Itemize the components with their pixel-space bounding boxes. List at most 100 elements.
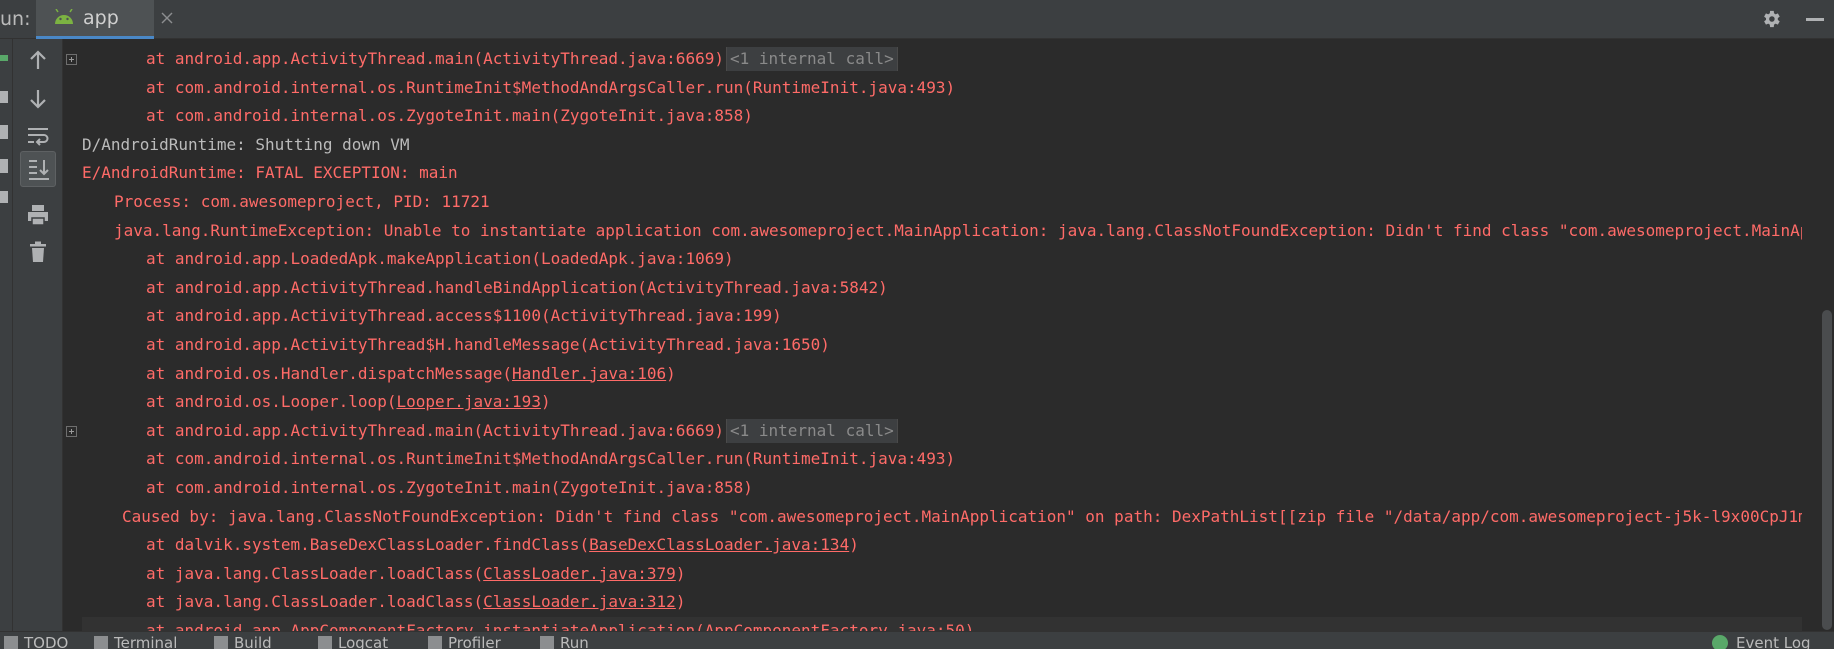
log-line: Process: com.awesomeproject, PID: 11721 [82, 188, 1802, 217]
logcat-tab[interactable]: Logcat [318, 634, 388, 649]
log-text: E/AndroidRuntime: FATAL EXCEPTION: main [82, 163, 458, 183]
run-label: un: [0, 8, 31, 30]
pin-tab-icon[interactable] [0, 159, 8, 173]
more-actions-icon[interactable] [0, 191, 8, 203]
logcat-tab-label: Logcat [338, 634, 389, 649]
log-text: ) [540, 392, 551, 412]
log-text: at com.android.internal.os.RuntimeInit$M… [146, 77, 956, 97]
event-log-icon[interactable] [1712, 635, 1728, 649]
log-text: ) [849, 535, 859, 555]
rerun-icon[interactable] [0, 55, 8, 61]
left-action-strip [0, 39, 13, 631]
vertical-scrollbar-thumb[interactable] [1822, 310, 1832, 630]
scroll-down-button[interactable] [20, 81, 56, 117]
log-text: Caused by: java.lang.ClassNotFoundExcept… [122, 506, 1802, 526]
restore-layout-icon[interactable] [0, 125, 8, 139]
console-toolbar [13, 39, 63, 631]
log-line: D/AndroidRuntime: Shutting down VM [82, 131, 1802, 160]
build-tab-icon [214, 636, 228, 649]
stop-icon[interactable] [0, 91, 8, 103]
log-text: at java.lang.ClassLoader.loadClass( [146, 592, 484, 612]
event-log-tab[interactable]: Event Log [1736, 634, 1811, 649]
log-line: at dalvik.system.BaseDexClassLoader.find… [82, 531, 1802, 560]
tab-app[interactable]: app [36, 0, 173, 39]
profiler-tab-icon [428, 636, 442, 649]
scroll-down-icon [30, 90, 46, 109]
source-link[interactable]: ClassLoader.java:312 [483, 592, 676, 611]
log-text: ) [675, 592, 686, 612]
clear-all-icon [30, 241, 46, 262]
log-line: at com.android.internal.os.ZygoteInit.ma… [82, 474, 1802, 503]
scroll-to-end-button[interactable] [20, 151, 56, 187]
run-tab-icon [540, 636, 554, 649]
log-text: ) [675, 563, 686, 583]
log-line: at com.android.internal.os.ZygoteInit.ma… [82, 102, 1802, 131]
print-icon [28, 205, 48, 226]
log-line: Caused by: java.lang.ClassNotFoundExcept… [82, 503, 1802, 532]
log-line: at android.app.ActivityThread.main(Activ… [82, 417, 1802, 446]
console-output[interactable]: at android.app.ActivityThread.main(Activ… [82, 45, 1802, 633]
log-text: at android.app.ActivityThread$H.handleMe… [146, 334, 830, 354]
source-link[interactable]: Handler.java:106 [512, 364, 666, 383]
android-icon [55, 9, 73, 24]
log-text: D/AndroidRuntime: Shutting down VM [82, 134, 410, 154]
log-line: at java.lang.ClassLoader.loadClass(Class… [82, 560, 1802, 589]
close-icon[interactable] [160, 11, 174, 25]
log-line: at java.lang.ClassLoader.loadClass(Class… [82, 588, 1802, 617]
log-line: at android.os.Looper.loop(Looper.java:19… [82, 388, 1802, 417]
log-text: java.lang.RuntimeException: Unable to in… [114, 220, 1802, 240]
run-tool-header: un: app [0, 0, 1834, 39]
log-text: at android.app.ActivityThread.main(Activ… [146, 49, 724, 68]
profiler-tab-label: Profiler [448, 634, 501, 649]
logcat-tab-icon [318, 636, 332, 649]
scroll-up-button[interactable] [20, 42, 56, 78]
log-text: at android.app.LoadedApk.makeApplication… [146, 249, 734, 269]
log-line: at android.os.Handler.dispatchMessage(Ha… [82, 360, 1802, 389]
terminal-tab-icon [94, 636, 108, 649]
fold-gutter [63, 39, 83, 631]
profiler-tab[interactable]: Profiler [428, 634, 501, 649]
log-line: at com.android.internal.os.RuntimeInit$M… [82, 74, 1802, 103]
clear-all-button[interactable] [20, 234, 56, 270]
expand-fold-icon[interactable] [66, 54, 77, 65]
print-button[interactable] [20, 197, 56, 233]
source-link[interactable]: ClassLoader.java:379 [483, 564, 676, 583]
log-text: at android.app.ActivityThread.access$110… [146, 306, 782, 326]
build-tab-label: Build [234, 634, 272, 649]
log-text: at com.android.internal.os.RuntimeInit$M… [146, 449, 956, 469]
terminal-tab[interactable]: Terminal [94, 634, 177, 649]
log-text: at android.os.Looper.loop( [146, 392, 397, 412]
log-text: at android.os.Handler.dispatchMessage( [146, 363, 513, 383]
log-line: at android.app.ActivityThread.access$110… [82, 302, 1802, 331]
log-text: at com.android.internal.os.ZygoteInit.ma… [146, 477, 753, 497]
source-link[interactable]: BaseDexClassLoader.java:134 [589, 535, 849, 554]
log-text: at java.lang.ClassLoader.loadClass( [146, 563, 484, 583]
minimize-icon[interactable] [1806, 18, 1824, 21]
soft-wrap-icon [28, 128, 49, 146]
log-line: at android.app.LoadedApk.makeApplication… [82, 245, 1802, 274]
log-text: ) [666, 363, 676, 383]
tab-app-label: app [83, 7, 119, 29]
log-text: at dalvik.system.BaseDexClassLoader.find… [146, 535, 590, 555]
expand-fold-icon[interactable] [66, 425, 77, 437]
run-tab-label: Run [560, 634, 589, 649]
scroll-to-end-icon [29, 160, 49, 180]
todo-tab[interactable]: TODO [4, 634, 68, 649]
internal-call-fold[interactable]: <1 internal call> [725, 47, 898, 71]
log-text: at android.app.ActivityThread.handleBind… [146, 277, 888, 297]
todo-tab-icon [4, 636, 18, 649]
run-tool-window: un: app at android.app.ActivityThread.ma… [0, 0, 1834, 649]
source-link[interactable]: Looper.java:193 [396, 392, 541, 411]
log-text: Process: com.awesomeproject, PID: 11721 [114, 191, 490, 211]
internal-call-fold[interactable]: <1 internal call> [725, 418, 898, 443]
scroll-up-icon [30, 50, 46, 69]
log-line: at com.android.internal.os.RuntimeInit$M… [82, 445, 1802, 474]
run-tab[interactable]: Run [540, 634, 589, 649]
log-text: at com.android.internal.os.ZygoteInit.ma… [146, 106, 753, 126]
log-text: at android.app.ActivityThread.main(Activ… [146, 420, 724, 440]
build-tab[interactable]: Build [214, 634, 272, 649]
gear-icon[interactable] [1760, 8, 1782, 30]
log-line: at android.app.ActivityThread$H.handleMe… [82, 331, 1802, 360]
soft-wrap-button[interactable] [20, 118, 56, 154]
log-line: at android.app.ActivityThread.handleBind… [82, 274, 1802, 303]
